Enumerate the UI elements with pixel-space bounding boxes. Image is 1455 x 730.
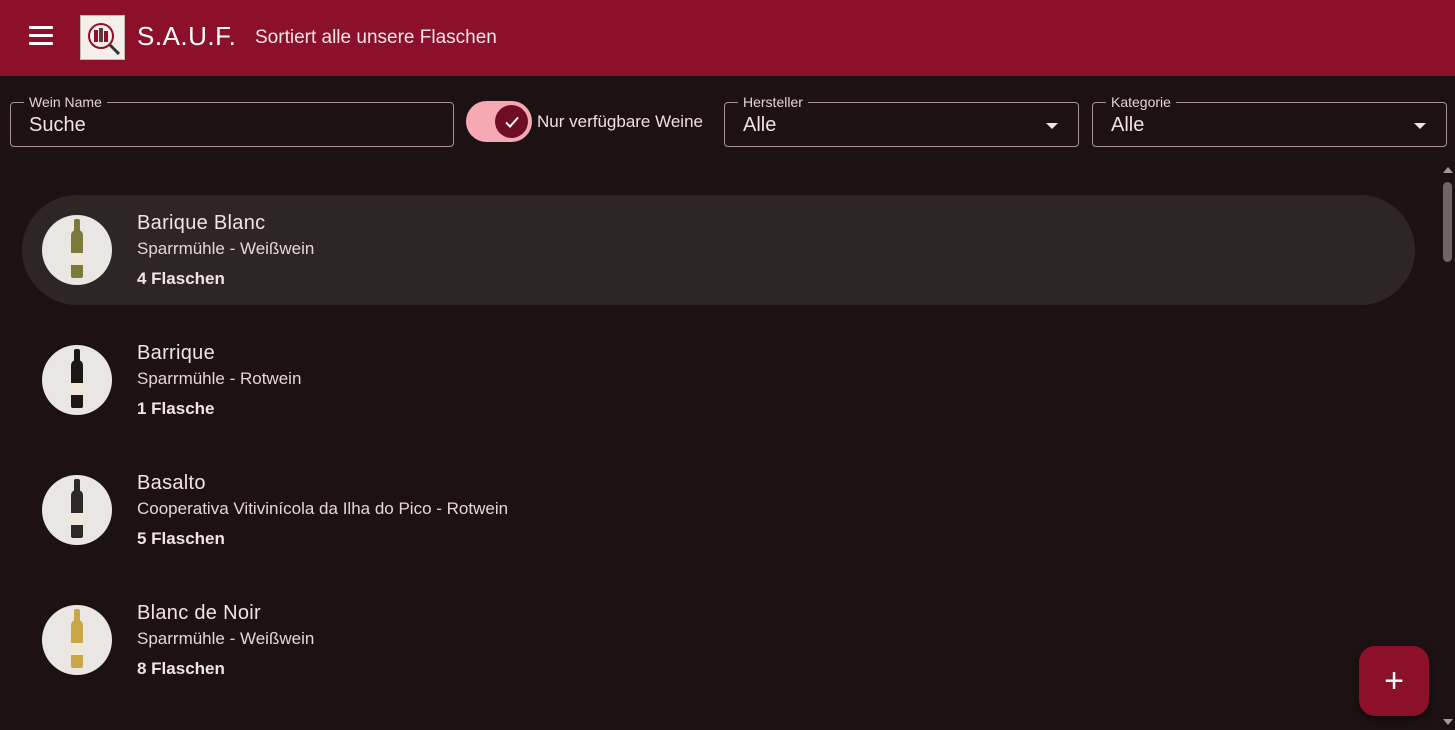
- wine-count: 8 Flaschen: [137, 659, 225, 678]
- app-bar: S.A.U.F. Sortiert alle unsere Flaschen: [0, 0, 1455, 76]
- check-icon: [495, 105, 528, 138]
- dropdown-arrow-icon: [1414, 123, 1426, 129]
- wine-name: Basalto: [137, 472, 206, 494]
- bottle-label: [71, 513, 83, 525]
- scroll-up-icon[interactable]: [1443, 167, 1453, 173]
- app-subtitle: Sortiert alle unsere Flaschen: [255, 27, 497, 48]
- menu-icon[interactable]: [29, 26, 55, 48]
- wine-list-item[interactable]: Barrique Sparrmühle - Rotwein 1 Flasche: [22, 325, 1415, 435]
- wine-name: Barique Blanc: [137, 212, 266, 234]
- wine-subtitle: Cooperativa Vitivinícola da Ilha do Pico…: [137, 499, 509, 518]
- available-only-toggle[interactable]: [466, 101, 532, 142]
- scrollbar[interactable]: [1440, 160, 1455, 730]
- wine-count: 4 Flaschen: [137, 269, 225, 288]
- add-wine-button[interactable]: +: [1359, 646, 1429, 716]
- scroll-thumb[interactable]: [1443, 182, 1452, 262]
- scroll-down-icon[interactable]: [1443, 719, 1453, 725]
- wine-name-input[interactable]: [29, 114, 429, 137]
- wine-avatar: [42, 605, 112, 675]
- manufacturer-select[interactable]: Hersteller Alle: [724, 94, 1079, 147]
- available-only-label: Nur verfügbare Weine: [537, 112, 703, 131]
- category-value: Alle: [1111, 114, 1145, 136]
- wine-name: Blanc de Noir: [137, 602, 261, 624]
- wine-subtitle: Sparrmühle - Weißwein: [137, 629, 315, 648]
- wine-name-label: Wein Name: [24, 94, 107, 110]
- wine-subtitle: Sparrmühle - Rotwein: [137, 369, 302, 388]
- wine-avatar: [42, 475, 112, 545]
- category-select[interactable]: Kategorie Alle: [1092, 94, 1447, 147]
- wine-list-item[interactable]: Barique Blanc Sparrmühle - Weißwein 4 Fl…: [22, 195, 1415, 305]
- dropdown-arrow-icon: [1046, 123, 1058, 129]
- app-logo: [80, 15, 125, 60]
- bottle-label: [71, 383, 83, 395]
- wine-subtitle: Sparrmühle - Weißwein: [137, 239, 315, 258]
- wine-count: 1 Flasche: [137, 399, 215, 418]
- bottle-label: [71, 643, 83, 655]
- wine-list-item[interactable]: Blanc de Noir Sparrmühle - Weißwein 8 Fl…: [22, 585, 1415, 695]
- wine-list-item[interactable]: Basalto Cooperativa Vitivinícola da Ilha…: [22, 455, 1415, 565]
- wine-avatar: [42, 345, 112, 415]
- wine-name: Barrique: [137, 342, 215, 364]
- app-title: S.A.U.F.: [137, 21, 237, 51]
- bottle-label: [71, 253, 83, 265]
- manufacturer-value: Alle: [743, 114, 777, 136]
- category-label: Kategorie: [1106, 94, 1176, 110]
- manufacturer-label: Hersteller: [738, 94, 808, 110]
- plus-icon: +: [1384, 661, 1404, 700]
- wine-count: 5 Flaschen: [137, 529, 225, 548]
- wine-avatar: [42, 215, 112, 285]
- wine-name-field[interactable]: Wein Name: [10, 94, 454, 147]
